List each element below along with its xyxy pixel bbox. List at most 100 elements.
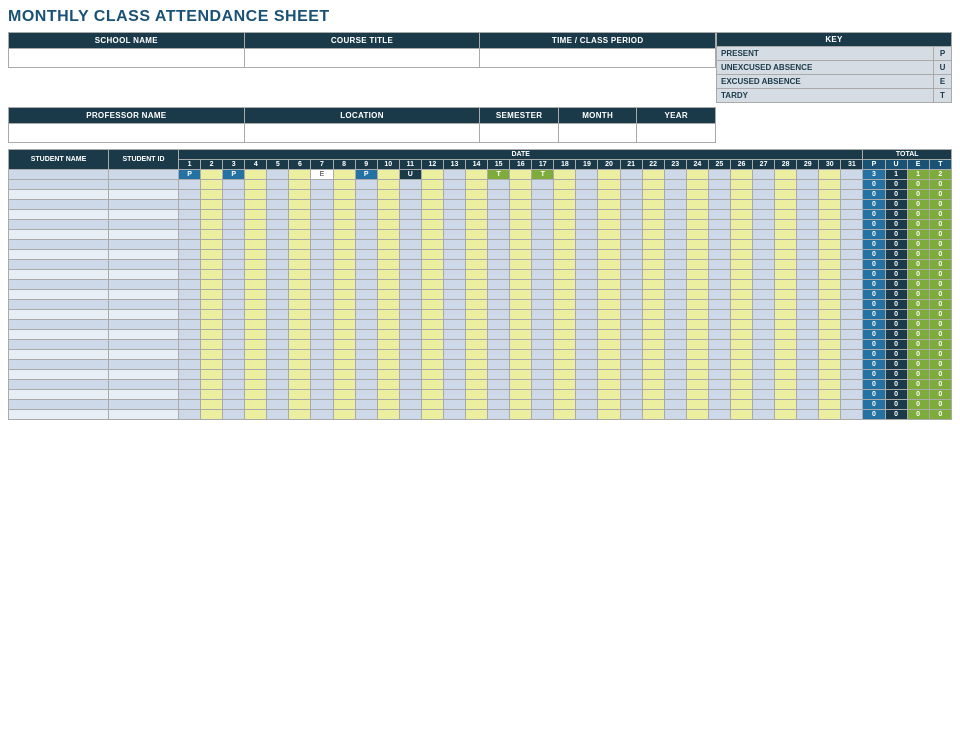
date-cell-9[interactable]: [355, 410, 377, 420]
date-cell-23[interactable]: [664, 310, 686, 320]
date-cell-21[interactable]: [620, 170, 642, 180]
date-cell-11[interactable]: U: [399, 170, 421, 180]
date-cell-4[interactable]: [245, 200, 267, 210]
date-cell-28[interactable]: [775, 400, 797, 410]
date-cell-10[interactable]: [377, 280, 399, 290]
date-cell-15[interactable]: [488, 320, 510, 330]
date-cell-18[interactable]: [554, 260, 576, 270]
date-cell-7[interactable]: [311, 230, 333, 240]
student-name-cell[interactable]: [9, 250, 109, 260]
date-cell-23[interactable]: [664, 390, 686, 400]
date-cell-8[interactable]: [333, 310, 355, 320]
date-cell-12[interactable]: [421, 380, 443, 390]
date-cell-15[interactable]: [488, 360, 510, 370]
date-cell-11[interactable]: [399, 270, 421, 280]
date-cell-13[interactable]: [443, 210, 465, 220]
date-cell-19[interactable]: [576, 340, 598, 350]
date-cell-24[interactable]: [686, 310, 708, 320]
date-cell-21[interactable]: [620, 390, 642, 400]
date-cell-23[interactable]: [664, 190, 686, 200]
date-cell-17[interactable]: [532, 340, 554, 350]
date-cell-27[interactable]: [753, 170, 775, 180]
date-cell-21[interactable]: [620, 340, 642, 350]
student-name-cell[interactable]: [9, 240, 109, 250]
date-cell-27[interactable]: [753, 190, 775, 200]
date-cell-31[interactable]: [841, 310, 863, 320]
date-cell-20[interactable]: [598, 360, 620, 370]
date-cell-6[interactable]: [289, 360, 311, 370]
date-cell-4[interactable]: [245, 360, 267, 370]
date-cell-26[interactable]: [730, 290, 752, 300]
date-cell-19[interactable]: [576, 270, 598, 280]
date-cell-29[interactable]: [797, 390, 819, 400]
date-cell-15[interactable]: [488, 250, 510, 260]
date-cell-28[interactable]: [775, 360, 797, 370]
date-cell-18[interactable]: [554, 300, 576, 310]
date-cell-10[interactable]: [377, 300, 399, 310]
date-cell-26[interactable]: [730, 180, 752, 190]
date-cell-22[interactable]: [642, 350, 664, 360]
date-cell-15[interactable]: [488, 220, 510, 230]
date-cell-6[interactable]: [289, 220, 311, 230]
date-cell-8[interactable]: [333, 330, 355, 340]
date-cell-19[interactable]: [576, 170, 598, 180]
date-cell-31[interactable]: [841, 270, 863, 280]
date-cell-21[interactable]: [620, 370, 642, 380]
date-cell-28[interactable]: [775, 180, 797, 190]
date-cell-10[interactable]: [377, 190, 399, 200]
date-cell-8[interactable]: [333, 200, 355, 210]
date-cell-15[interactable]: [488, 390, 510, 400]
date-cell-31[interactable]: [841, 210, 863, 220]
date-cell-14[interactable]: [466, 190, 488, 200]
date-cell-22[interactable]: [642, 410, 664, 420]
date-cell-29[interactable]: [797, 380, 819, 390]
date-cell-17[interactable]: [532, 410, 554, 420]
date-cell-6[interactable]: [289, 250, 311, 260]
date-cell-26[interactable]: [730, 390, 752, 400]
date-cell-31[interactable]: [841, 340, 863, 350]
date-cell-3[interactable]: [223, 370, 245, 380]
date-cell-15[interactable]: [488, 280, 510, 290]
date-cell-13[interactable]: [443, 350, 465, 360]
student-id-cell[interactable]: [109, 390, 179, 400]
date-cell-16[interactable]: [510, 370, 532, 380]
date-cell-16[interactable]: [510, 340, 532, 350]
date-cell-25[interactable]: [708, 300, 730, 310]
student-name-cell[interactable]: [9, 410, 109, 420]
date-cell-27[interactable]: [753, 300, 775, 310]
date-cell-23[interactable]: [664, 380, 686, 390]
date-cell-25[interactable]: [708, 350, 730, 360]
student-id-cell[interactable]: [109, 240, 179, 250]
date-cell-27[interactable]: [753, 290, 775, 300]
date-cell-23[interactable]: [664, 220, 686, 230]
date-cell-15[interactable]: [488, 240, 510, 250]
student-name-cell[interactable]: [9, 220, 109, 230]
date-cell-11[interactable]: [399, 400, 421, 410]
date-cell-1[interactable]: [179, 280, 201, 290]
date-cell-26[interactable]: [730, 240, 752, 250]
date-cell-17[interactable]: T: [532, 170, 554, 180]
date-cell-20[interactable]: [598, 350, 620, 360]
date-cell-28[interactable]: [775, 380, 797, 390]
date-cell-2[interactable]: [201, 360, 223, 370]
date-cell-2[interactable]: [201, 340, 223, 350]
date-cell-3[interactable]: [223, 230, 245, 240]
date-cell-6[interactable]: [289, 300, 311, 310]
date-cell-23[interactable]: [664, 400, 686, 410]
date-cell-21[interactable]: [620, 200, 642, 210]
date-cell-30[interactable]: [819, 170, 841, 180]
date-cell-10[interactable]: [377, 320, 399, 330]
date-cell-2[interactable]: [201, 330, 223, 340]
date-cell-23[interactable]: [664, 370, 686, 380]
date-cell-7[interactable]: [311, 290, 333, 300]
date-cell-15[interactable]: [488, 370, 510, 380]
date-cell-3[interactable]: P: [223, 170, 245, 180]
date-cell-25[interactable]: [708, 320, 730, 330]
date-cell-6[interactable]: [289, 380, 311, 390]
date-cell-18[interactable]: [554, 410, 576, 420]
date-cell-7[interactable]: [311, 260, 333, 270]
date-cell-13[interactable]: [443, 330, 465, 340]
student-name-cell[interactable]: [9, 280, 109, 290]
date-cell-25[interactable]: [708, 340, 730, 350]
date-cell-14[interactable]: [466, 320, 488, 330]
